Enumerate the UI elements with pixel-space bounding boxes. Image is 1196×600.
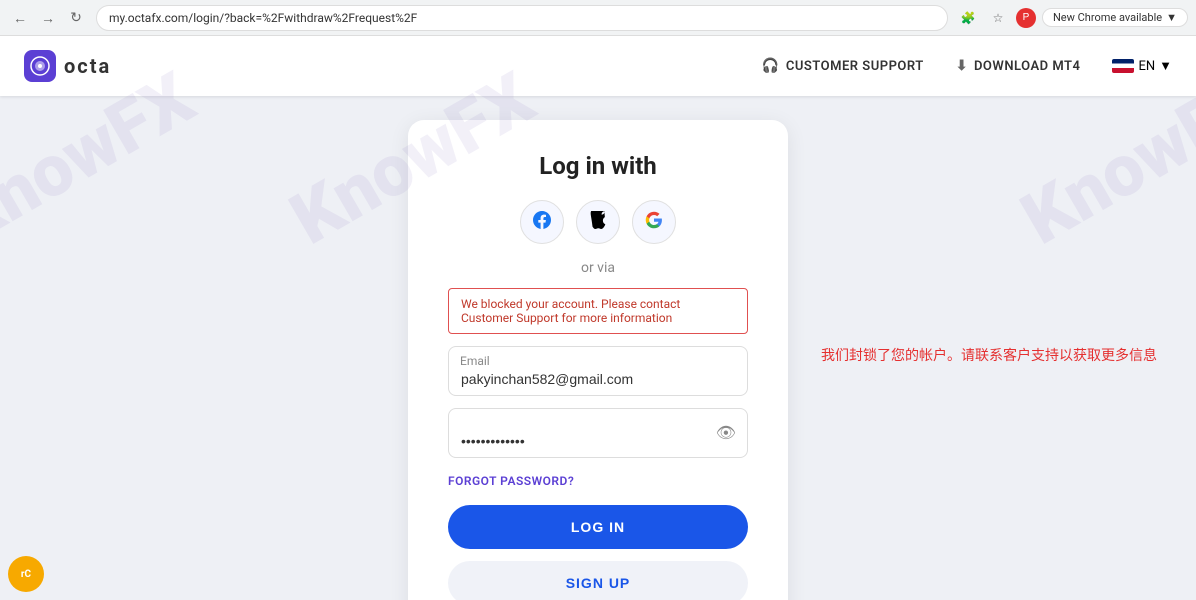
language-selector[interactable]: EN ▼ (1112, 58, 1172, 74)
google-login-button[interactable] (632, 200, 676, 244)
logo-icon (24, 50, 56, 82)
download-mt4-nav[interactable]: ⬇ DOWNLOAD MT4 (956, 58, 1081, 74)
signup-button[interactable]: SIGN UP (448, 561, 748, 600)
chevron-down-icon: ▼ (1166, 11, 1177, 24)
card-inner: Log in with (448, 152, 748, 600)
customer-support-label: CUSTOMER SUPPORT (786, 59, 924, 74)
social-buttons (448, 200, 748, 244)
logo-text: octa (64, 54, 111, 78)
reload-button[interactable]: ↻ (64, 6, 88, 30)
error-text: We blocked your account. Please contact … (461, 297, 680, 325)
bookmark-button[interactable]: ☆ (986, 6, 1010, 30)
customer-support-nav[interactable]: 🎧 CUSTOMER SUPPORT (762, 58, 924, 74)
address-bar[interactable]: my.octafx.com/login/?back=%2Fwithdraw%2F… (96, 5, 948, 31)
password-form-group: Password 👁 (448, 408, 748, 458)
headphone-icon: 🎧 (762, 58, 780, 74)
chinese-annotation: 我们封锁了您的帐户。请联系客户支持以获取更多信息 (821, 345, 1157, 365)
password-input[interactable] (448, 408, 748, 458)
chevron-down-icon: ▼ (1159, 58, 1172, 74)
recaptcha-icon: rC (21, 569, 31, 580)
google-icon (645, 211, 663, 234)
flag-icon (1112, 59, 1134, 73)
url-text: my.octafx.com/login/?back=%2Fwithdraw%2F… (109, 11, 417, 25)
forgot-password-anchor[interactable]: FORGOT PASSWORD? (448, 474, 574, 488)
new-chrome-badge: New Chrome available ▼ (1042, 8, 1188, 27)
page: KnowFX KnowFX KnowFX octa 🎧 CUSTOMER SUP… (0, 36, 1196, 600)
toggle-password-button[interactable]: 👁 (716, 423, 736, 443)
profile-button[interactable]: P (1016, 8, 1036, 28)
back-button[interactable]: ← (8, 6, 32, 30)
language-code: EN (1138, 59, 1155, 74)
login-title: Log in with (448, 152, 748, 180)
download-mt4-label: DOWNLOAD MT4 (974, 59, 1080, 74)
forgot-password-link[interactable]: FORGOT PASSWORD? (448, 470, 748, 489)
download-icon: ⬇ (956, 58, 968, 74)
or-via-text: or via (448, 260, 748, 276)
facebook-icon (533, 211, 551, 234)
apple-login-button[interactable] (576, 200, 620, 244)
email-label: Email (460, 354, 490, 368)
email-form-group: Email (448, 346, 748, 396)
header-nav: 🎧 CUSTOMER SUPPORT ⬇ DOWNLOAD MT4 EN ▼ (762, 58, 1172, 74)
nav-buttons: ← → ↻ (8, 6, 88, 30)
recaptcha-badge: rC (8, 556, 44, 592)
error-message-box: We blocked your account. Please contact … (448, 288, 748, 334)
extensions-button[interactable]: 🧩 (956, 6, 980, 30)
logo[interactable]: octa (24, 50, 111, 82)
facebook-login-button[interactable] (520, 200, 564, 244)
eye-icon: 👁 (716, 425, 736, 442)
login-card: Log in with (408, 120, 788, 600)
browser-actions: 🧩 ☆ P New Chrome available ▼ (956, 6, 1188, 30)
apple-icon (590, 211, 606, 234)
email-input[interactable] (448, 346, 748, 396)
main-content: Log in with (0, 96, 1196, 600)
password-wrapper: 👁 (448, 408, 748, 458)
login-button[interactable]: LOG IN (448, 505, 748, 549)
new-chrome-label: New Chrome available (1053, 11, 1162, 24)
forward-button[interactable]: → (36, 6, 60, 30)
site-header: octa 🎧 CUSTOMER SUPPORT ⬇ DOWNLOAD MT4 E… (0, 36, 1196, 96)
browser-chrome: ← → ↻ my.octafx.com/login/?back=%2Fwithd… (0, 0, 1196, 36)
